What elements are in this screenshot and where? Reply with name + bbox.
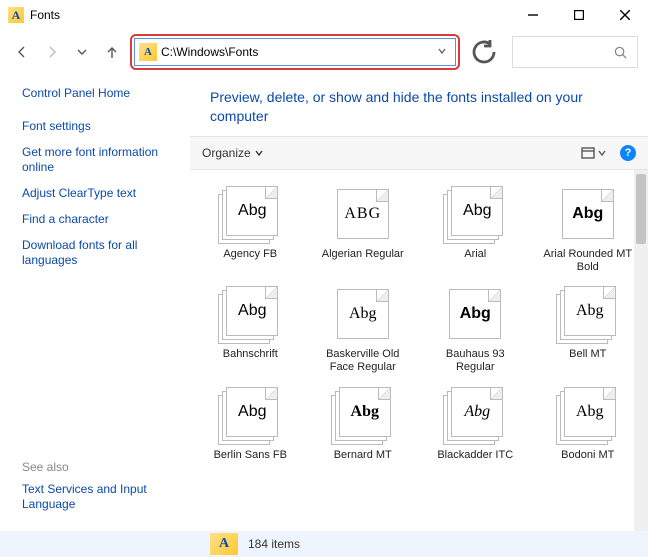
font-label: Bauhaus 93 Regular (425, 348, 525, 374)
scrollbar[interactable] (634, 170, 648, 531)
item-count: 184 items (248, 537, 300, 551)
font-label: Arial Rounded MT Bold (538, 248, 638, 274)
forward-button[interactable] (40, 40, 64, 64)
font-sample: Abg (460, 305, 491, 323)
font-sample: Abg (464, 403, 490, 421)
font-label: Blackadder ITC (437, 449, 513, 462)
font-preview-icon: Abg (331, 286, 395, 344)
status-bar: A 184 items (0, 531, 648, 557)
font-preview-icon: Abg (556, 387, 620, 445)
font-item[interactable]: Abg Blackadder ITC (421, 383, 530, 466)
see-also-link[interactable]: Text Services and Input Language (22, 482, 174, 512)
sidebar-link[interactable]: Adjust ClearType text (22, 186, 174, 201)
font-sample: Abg (238, 302, 266, 320)
font-item[interactable]: Abg Bodoni MT (534, 383, 643, 466)
address-bar[interactable]: A (134, 38, 456, 66)
font-item[interactable]: Abg Arial (421, 182, 530, 278)
font-label: Baskerville Old Face Regular (313, 348, 413, 374)
font-item[interactable]: Abg Arial Rounded MT Bold (534, 182, 643, 278)
font-preview-icon: Abg (443, 387, 507, 445)
chevron-down-icon (598, 149, 606, 157)
font-sample: Abg (576, 302, 604, 320)
font-item[interactable]: Abg Bell MT (534, 282, 643, 378)
font-label: Bahnschrift (223, 348, 278, 361)
font-sample: Abg (351, 403, 379, 421)
sidebar-link[interactable]: Control Panel Home (22, 86, 174, 101)
search-icon (614, 46, 627, 59)
sidebar-link[interactable]: Find a character (22, 212, 174, 227)
font-item[interactable]: Abg Berlin Sans FB (196, 383, 305, 466)
font-preview-icon: Abg (556, 186, 620, 244)
font-preview-icon: Abg (218, 186, 282, 244)
font-preview-icon: Abg (218, 286, 282, 344)
sidebar-link[interactable]: Download fonts for all languages (22, 238, 174, 268)
font-item[interactable]: Abg Bernard MT (309, 383, 418, 466)
address-bar-highlight: A (130, 34, 460, 70)
main-pane: Preview, delete, or show and hide the fo… (190, 74, 648, 531)
back-button[interactable] (10, 40, 34, 64)
font-label: Berlin Sans FB (214, 449, 287, 462)
font-sample: Abg (238, 202, 266, 220)
organize-label: Organize (202, 146, 251, 160)
sidebar-link[interactable]: Get more font information online (22, 145, 174, 175)
toolbar: Organize ? (190, 136, 648, 170)
recent-locations-button[interactable] (70, 40, 94, 64)
font-label: Arial (464, 248, 486, 261)
page-heading: Preview, delete, or show and hide the fo… (190, 74, 648, 136)
view-icon (581, 146, 595, 160)
close-button[interactable] (602, 0, 648, 30)
font-item[interactable]: Abg Bahnschrift (196, 282, 305, 378)
search-box[interactable] (512, 36, 638, 68)
refresh-button[interactable] (470, 38, 498, 66)
font-label: Agency FB (223, 248, 277, 261)
font-sample: ABG (344, 205, 381, 223)
fonts-folder-icon: A (210, 533, 238, 555)
font-item[interactable]: Abg Bauhaus 93 Regular (421, 282, 530, 378)
font-item[interactable]: Abg Agency FB (196, 182, 305, 278)
organize-menu[interactable]: Organize (202, 146, 263, 160)
view-options-button[interactable] (581, 146, 606, 160)
font-grid: AbgAgency FBABGAlgerian RegularAbgArialA… (196, 182, 642, 466)
address-input[interactable] (161, 39, 433, 65)
font-sample: Abg (463, 202, 491, 220)
address-dropdown-icon[interactable] (433, 45, 451, 59)
fonts-folder-icon: A (139, 43, 157, 61)
chevron-down-icon (255, 149, 263, 157)
sidebar: Control Panel Home Font settings Get more … (0, 74, 190, 531)
up-button[interactable] (100, 40, 124, 64)
maximize-button[interactable] (556, 0, 602, 30)
font-label: Bodoni MT (561, 449, 614, 462)
font-sample: Abg (572, 205, 603, 223)
font-label: Bell MT (569, 348, 606, 361)
font-preview-icon: Abg (556, 286, 620, 344)
font-preview-icon: ABG (331, 186, 395, 244)
help-button[interactable]: ? (620, 145, 636, 161)
font-preview-icon: Abg (443, 186, 507, 244)
font-preview-icon: Abg (443, 286, 507, 344)
see-also-heading: See also (22, 460, 174, 474)
font-item[interactable]: Abg Baskerville Old Face Regular (309, 282, 418, 378)
titlebar: A Fonts (0, 0, 648, 30)
scrollbar-thumb[interactable] (636, 174, 646, 244)
font-label: Bernard MT (334, 449, 392, 462)
fonts-app-icon: A (8, 7, 24, 23)
font-item[interactable]: ABG Algerian Regular (309, 182, 418, 278)
font-sample: Abg (349, 305, 377, 323)
font-sample: Abg (576, 403, 604, 421)
nav-row: A (0, 30, 648, 74)
font-sample: Abg (238, 403, 266, 421)
font-label: Algerian Regular (322, 248, 404, 261)
sidebar-link[interactable]: Font settings (22, 119, 174, 134)
window-title: Fonts (30, 8, 60, 22)
font-preview-icon: Abg (218, 387, 282, 445)
font-preview-icon: Abg (331, 387, 395, 445)
minimize-button[interactable] (510, 0, 556, 30)
